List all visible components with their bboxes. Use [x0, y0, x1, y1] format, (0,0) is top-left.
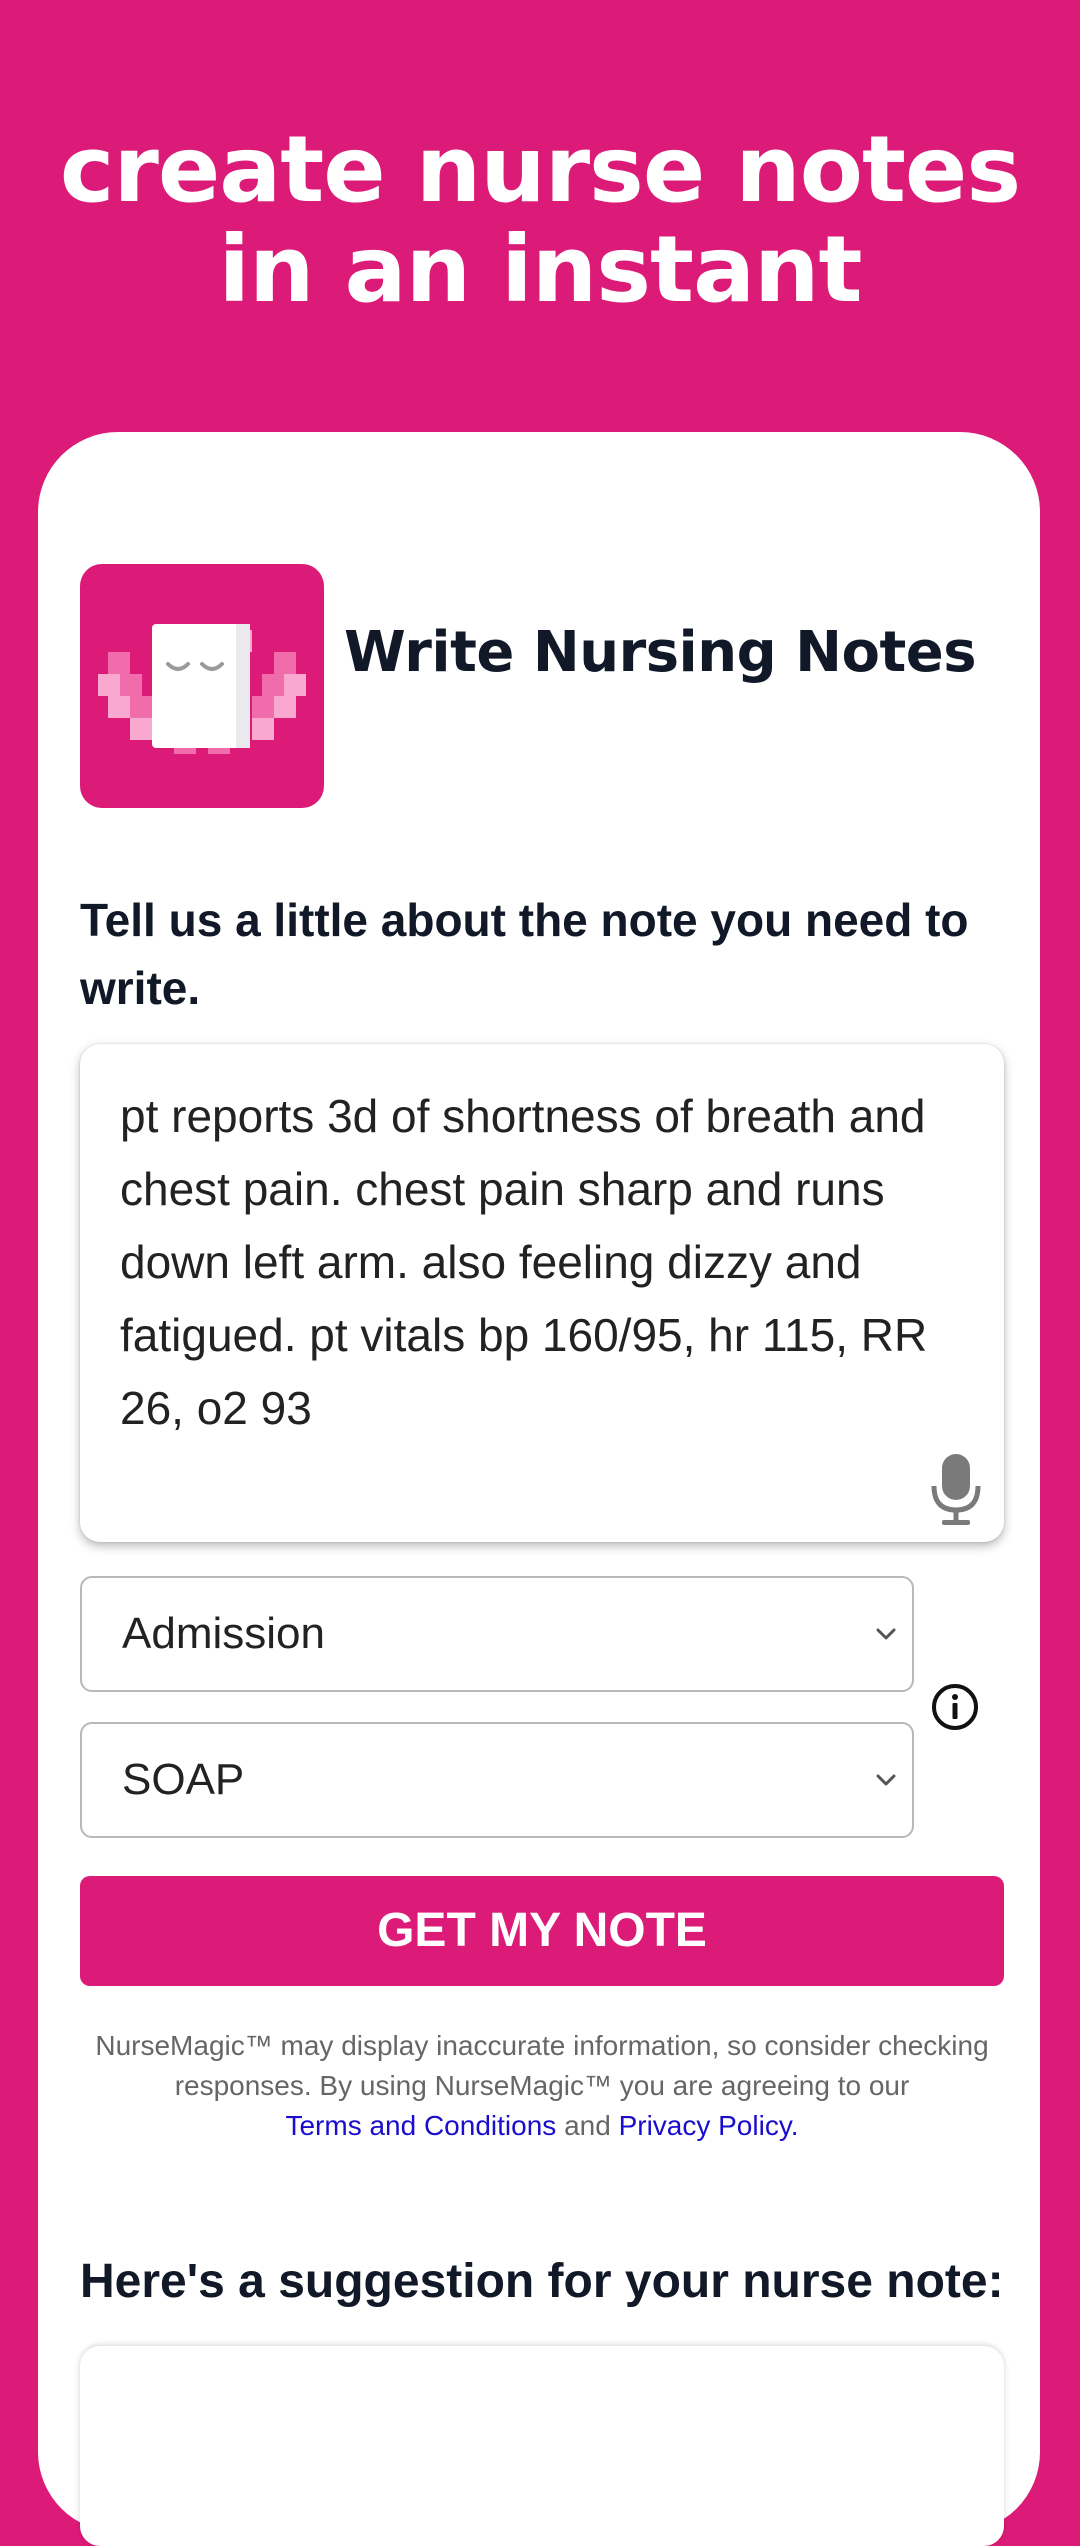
suggestion-output [80, 2346, 1004, 2546]
note-type-value: Admission [122, 1609, 325, 1658]
chevron-down-icon [876, 1774, 896, 1786]
note-type-select[interactable]: Admission [80, 1576, 914, 1692]
terms-link[interactable]: Terms and Conditions [285, 2110, 556, 2141]
note-format-select[interactable]: SOAP [80, 1722, 914, 1838]
notepad-smile-icon [80, 564, 324, 808]
chevron-down-icon [876, 1628, 896, 1640]
microphone-icon[interactable] [928, 1452, 984, 1528]
disclaimer-text: NurseMagic™ may display inaccurate infor… [95, 2030, 989, 2101]
disclaimer-and: and [564, 2110, 611, 2141]
form-prompt: Tell us a little about the note you need… [80, 894, 969, 1014]
info-icon[interactable] [930, 1682, 980, 1732]
hero-headline: create nurse notes in an instant [0, 120, 1080, 320]
privacy-link[interactable]: Privacy Policy. [619, 2110, 799, 2141]
hero-line-2: in an instant [218, 216, 863, 323]
suggestion-heading: Here's a suggestion for your nurse note: [80, 2255, 1004, 2308]
disclaimer: NurseMagic™ may display inaccurate infor… [80, 2026, 1004, 2146]
get-my-note-button[interactable]: GET MY NOTE [80, 1876, 1004, 1986]
note-input-text[interactable]: pt reports 3d of shortness of breath and… [120, 1080, 980, 1445]
hero-line-1: create nurse notes [59, 116, 1021, 223]
note-input[interactable]: pt reports 3d of shortness of breath and… [80, 1044, 1004, 1542]
note-format-value: SOAP [122, 1755, 245, 1804]
app-title: Write Nursing Notes [344, 620, 977, 685]
